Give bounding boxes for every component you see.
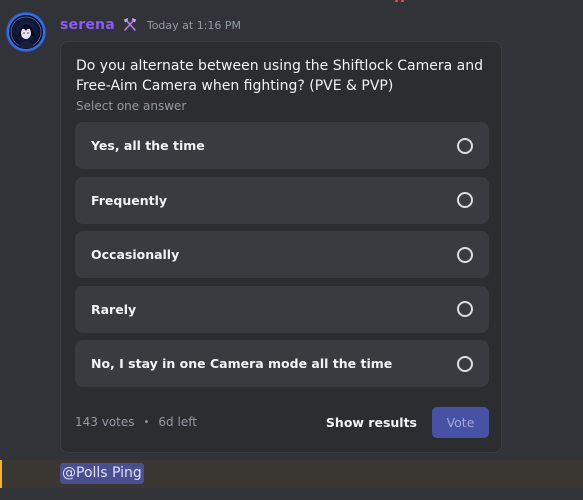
poll-answer-label: No, I stay in one Camera mode all the ti… bbox=[91, 356, 393, 371]
chat-message: serena Today at 1:16 PM Do you alternate… bbox=[0, 0, 583, 460]
vote-button[interactable]: Vote bbox=[432, 406, 489, 438]
message-timestamp: Today at 1:16 PM bbox=[146, 18, 242, 32]
message-header: serena Today at 1:16 PM bbox=[60, 14, 241, 36]
poll-card: Do you alternate between using the Shift… bbox=[60, 41, 502, 453]
poll-answer[interactable]: Occasionally bbox=[75, 231, 489, 278]
vote-count: 143 votes bbox=[75, 415, 135, 429]
radio-button[interactable] bbox=[457, 192, 473, 208]
show-results-button[interactable]: Show results bbox=[326, 415, 417, 430]
crossed-axes-icon bbox=[121, 16, 139, 34]
poll-hint: Select one answer bbox=[76, 99, 187, 113]
poll-answer[interactable]: Rarely bbox=[75, 285, 489, 333]
poll-answer-label: Occasionally bbox=[91, 247, 180, 262]
radio-button[interactable] bbox=[457, 301, 473, 317]
poll-answer-label: Yes, all the time bbox=[91, 138, 205, 153]
poll-answer-label: Rarely bbox=[91, 301, 137, 317]
avatar[interactable] bbox=[6, 12, 46, 52]
separator-dot: • bbox=[143, 416, 150, 428]
poll-answer-label: Frequently bbox=[91, 192, 168, 208]
poll-answers: Yes, all the time Frequently Occasionall… bbox=[75, 122, 489, 395]
poll-footer: 143 votes • 6d left Show results Vote bbox=[75, 406, 489, 438]
role-mention[interactable]: @Polls Ping bbox=[60, 463, 144, 484]
radio-button[interactable] bbox=[457, 355, 473, 372]
poll-answer[interactable]: No, I stay in one Camera mode all the ti… bbox=[75, 340, 489, 387]
username[interactable]: serena bbox=[60, 17, 115, 33]
anime-character-avatar-icon bbox=[7, 13, 45, 51]
time-left: 6d left bbox=[158, 415, 197, 429]
poll-answer[interactable]: Yes, all the time bbox=[75, 122, 489, 169]
radio-button[interactable] bbox=[457, 137, 473, 154]
poll-question: Do you alternate between using the Shift… bbox=[76, 58, 483, 94]
poll-answer[interactable]: Frequently bbox=[75, 176, 489, 224]
radio-button[interactable] bbox=[457, 246, 473, 263]
